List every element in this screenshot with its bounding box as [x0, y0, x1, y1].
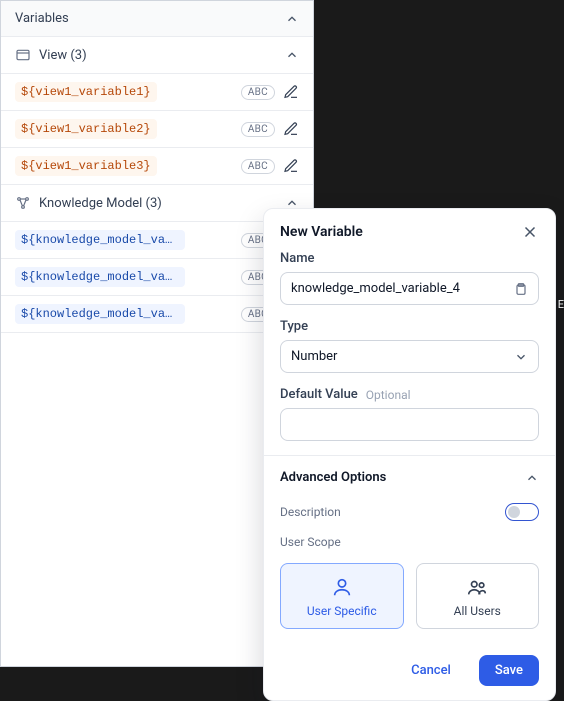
scope-user-specific[interactable]: User Specific: [280, 563, 404, 629]
view-group-header[interactable]: View (3): [1, 37, 313, 74]
default-value-input[interactable]: [280, 408, 539, 441]
variable-pill[interactable]: ${knowledge_model_variable1}: [15, 230, 185, 250]
chevron-down-icon: [514, 350, 528, 364]
chevron-up-icon: [285, 12, 299, 26]
cancel-button[interactable]: Cancel: [395, 655, 467, 686]
chevron-up-icon: [285, 48, 299, 62]
user-scope-label: User Scope: [280, 535, 341, 549]
edit-icon[interactable]: [283, 121, 299, 137]
advanced-options-header[interactable]: Advanced Options: [280, 470, 539, 485]
view-icon: [15, 47, 31, 63]
background-edge-text: E: [558, 298, 564, 311]
user-icon: [331, 576, 353, 598]
variable-pill[interactable]: ${view1_variable1}: [15, 82, 157, 102]
scope-all-label: All Users: [454, 604, 501, 618]
variable-row: ${view1_variable1} ABC: [1, 74, 313, 111]
type-badge: ABC: [241, 122, 275, 137]
close-icon[interactable]: [521, 223, 539, 241]
optional-label: Optional: [366, 388, 411, 402]
view-group-label: View (3): [39, 48, 277, 63]
variable-pill[interactable]: ${view1_variable2}: [15, 119, 157, 139]
clipboard-icon[interactable]: [513, 281, 529, 297]
name-input[interactable]: [280, 272, 539, 305]
variables-panel-title: Variables: [15, 11, 69, 26]
type-label: Type: [280, 319, 539, 334]
variable-pill[interactable]: ${view1_variable3}: [15, 156, 157, 176]
modal-title: New Variable: [280, 224, 363, 240]
type-value: Number: [291, 349, 337, 364]
variable-pill[interactable]: ${knowledge_model_variable…: [15, 304, 185, 324]
type-badge: ABC: [241, 85, 275, 100]
new-variable-modal: New Variable Name Type Number Default Va…: [263, 208, 556, 701]
variable-row: ${view1_variable2} ABC: [1, 111, 313, 148]
edit-icon[interactable]: [283, 158, 299, 174]
type-badge: ABC: [241, 159, 275, 174]
description-label: Description: [280, 505, 341, 519]
chevron-up-icon: [525, 471, 539, 485]
edit-icon[interactable]: [283, 84, 299, 100]
variables-panel-header[interactable]: Variables: [1, 1, 313, 37]
scope-all-users[interactable]: All Users: [416, 563, 540, 629]
name-label: Name: [280, 251, 539, 266]
save-button[interactable]: Save: [479, 655, 539, 686]
km-group-label: Knowledge Model (3): [39, 196, 277, 211]
description-toggle[interactable]: [505, 503, 539, 521]
variable-row: ${view1_variable3} ABC: [1, 148, 313, 185]
scope-user-label: User Specific: [307, 604, 377, 618]
advanced-options-title: Advanced Options: [280, 470, 386, 485]
knowledge-model-icon: [15, 195, 31, 211]
default-label: Default Value: [280, 387, 358, 402]
variable-pill[interactable]: ${knowledge_model_variable2}: [15, 267, 185, 287]
divider: [264, 455, 555, 456]
type-select[interactable]: Number: [280, 340, 539, 373]
users-icon: [466, 576, 488, 598]
